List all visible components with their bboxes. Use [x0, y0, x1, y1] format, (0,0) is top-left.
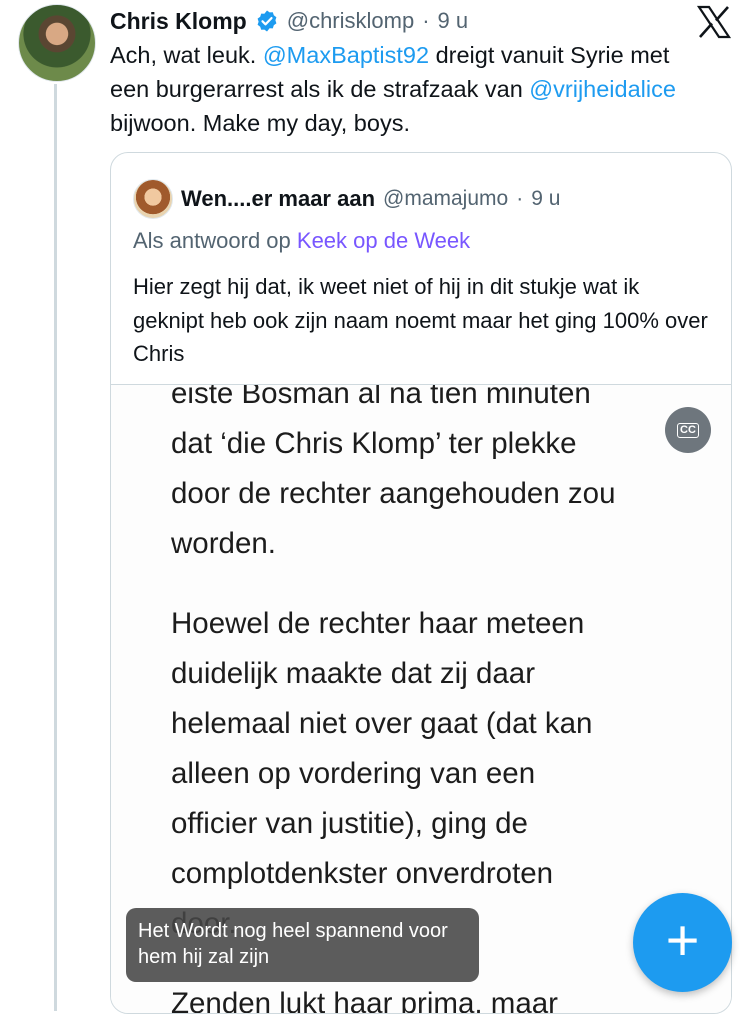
doc-line: alleen op vordering van een — [171, 757, 536, 790]
thread-line — [54, 84, 57, 1011]
quote-text: Hier zegt hij dat, ik weet niet of hij i… — [133, 274, 708, 366]
verified-badge-icon — [257, 10, 277, 32]
doc-line: duidelijk maakte dat zij daar — [171, 657, 536, 690]
doc-line: Hoewel de rechter haar meteen — [171, 607, 585, 640]
doc-line: complotdenkster onverdroten — [171, 857, 554, 890]
author-handle[interactable]: @chrisklomp — [287, 8, 414, 34]
tweet-text-part: Ach, wat leuk. — [110, 42, 263, 68]
quote-author-handle[interactable]: @mamajumo — [383, 187, 508, 211]
closed-captions-button[interactable]: CC — [665, 407, 711, 453]
doc-line: dat ‘die Chris Klomp’ ter plekke — [171, 427, 577, 460]
reply-target-link[interactable]: Keek op de Week — [297, 228, 470, 253]
quote-avatar[interactable] — [133, 179, 173, 219]
reply-context: Als antwoord op Keek op de Week — [133, 228, 470, 254]
quote-time[interactable]: 9 u — [531, 187, 560, 211]
separator-dot: · — [422, 8, 430, 33]
author-name[interactable]: Chris Klomp — [110, 8, 247, 35]
reply-prefix: Als antwoord op — [133, 228, 291, 253]
mention-link[interactable]: @MaxBaptist92 — [263, 42, 429, 68]
doc-line: eiste Bosman al na tien minuten — [171, 384, 591, 410]
compose-button[interactable]: + — [633, 893, 732, 992]
doc-line: Zenden lukt haar prima, maar — [171, 987, 558, 1014]
plus-icon: + — [665, 907, 700, 973]
cc-icon: CC — [677, 422, 699, 438]
x-logo-icon[interactable] — [696, 4, 732, 40]
mention-link[interactable]: @vrijheidalice — [529, 76, 676, 102]
quote-card[interactable]: Wen....er maar aan @mamajumo · 9 u Als a… — [110, 152, 732, 1014]
tweet-header: Chris Klomp @chrisklomp · 9 u — [110, 6, 690, 36]
quote-header: Wen....er maar aan @mamajumo · 9 u — [133, 179, 560, 219]
tweet-text-part: bijwoon. Make my day, boys. — [110, 110, 410, 136]
doc-line: officier van justitie), ging de — [171, 807, 528, 840]
tweet-text: Ach, wat leuk. @MaxBaptist92 dreigt vanu… — [110, 38, 710, 140]
quote-author-name[interactable]: Wen....er maar aan — [181, 186, 375, 212]
separator-dot: · — [516, 187, 524, 210]
doc-line: worden. — [171, 527, 276, 560]
tweet-time[interactable]: 9 u — [438, 8, 469, 34]
doc-line: door de rechter aangehouden zou — [171, 477, 616, 510]
doc-line: helemaal niet over gaat (dat kan — [171, 707, 593, 740]
video-caption: Het Wordt nog heel spannend voor hem hij… — [126, 908, 479, 982]
avatar[interactable] — [18, 4, 96, 82]
